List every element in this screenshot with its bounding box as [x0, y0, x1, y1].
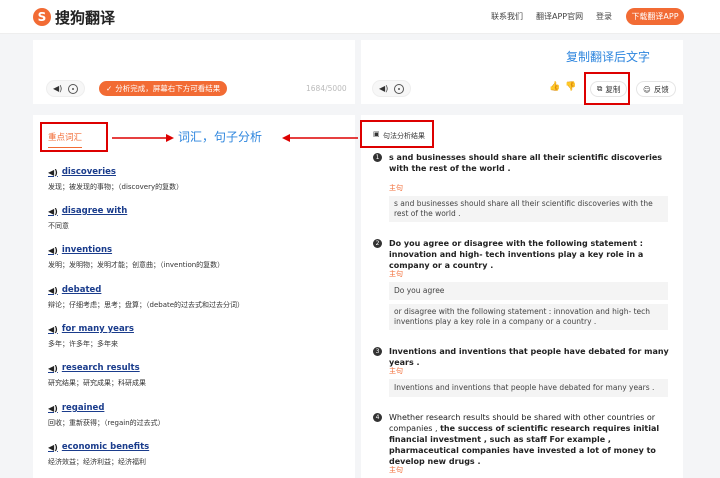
vocab-item: ◀) disagree with 不同意	[48, 206, 127, 231]
sentence-number: 4	[373, 413, 382, 422]
char-count: 1684/5000	[306, 84, 347, 93]
analysis-doc-icon: ▣	[373, 130, 380, 138]
speaker-icon[interactable]: ◀)	[48, 286, 58, 295]
speaker-icon[interactable]: ◀)	[48, 404, 58, 413]
vocab-item: ◀) research results 研究结果；研究成果；科研成果	[48, 363, 146, 388]
analysis-annotation: 词汇，句子分析	[178, 130, 263, 144]
clause-box: Do you agree	[389, 282, 668, 300]
speaker-icon[interactable]: ◀)	[48, 443, 58, 452]
vocab-word[interactable]: for many years	[62, 324, 134, 334]
vocab-definition: 辩论；仔细考虑；思考；盘算；（debate的过去式和过去分词）	[48, 301, 245, 309]
vocab-definition: 经济效益；经济利益；经济福利	[48, 458, 146, 466]
clause-box: s and businesses should share all their …	[389, 196, 668, 222]
sogou-logo-icon: S	[33, 8, 51, 26]
sentence-title[interactable]: 句法分析结果	[383, 131, 425, 141]
sentence-text: Inventions and inventions that people ha…	[389, 347, 669, 367]
vocab-definition: 研究结果；研究成果；科研成果	[48, 379, 146, 387]
sentence-number: 3	[373, 347, 382, 356]
vocab-title-underline	[48, 147, 82, 148]
vocab-definition: 不同意	[48, 222, 69, 230]
vocab-definition: 发现；被发现的事物；（discovery的复数）	[48, 183, 184, 191]
sentence-text: Do you agree or disagree with the follow…	[389, 239, 644, 270]
logo-text: 搜狗翻译	[55, 8, 116, 27]
vocab-word[interactable]: inventions	[62, 245, 112, 255]
vocab-definition: 发明；发明物；发明才能；创意曲；（invention的复数）	[48, 261, 225, 269]
vocab-word[interactable]: discoveries	[62, 167, 116, 177]
speaker-icon[interactable]: ◀)	[53, 84, 62, 93]
check-icon: ✓	[106, 84, 113, 93]
clause-box: or disagree with the following statement…	[389, 304, 668, 330]
vocab-item: ◀) economic benefits 经济效益；经济利益；经济福利	[48, 442, 149, 467]
vocab-word[interactable]: debated	[62, 285, 102, 295]
source-controls: ◀)	[46, 80, 86, 97]
top-header: S 搜狗翻译 联系我们 翻译APP官网 登录 下载翻译APP	[0, 0, 720, 34]
analysis-status-badge: ✓ 分析完成，屏幕右下方可看结果	[99, 81, 228, 96]
copy-annotation: 复制翻译后文字	[566, 50, 651, 64]
feedback-icon: ☺	[643, 84, 651, 94]
vocab-word[interactable]: disagree with	[62, 206, 127, 216]
speaker-icon[interactable]: ◀)	[379, 84, 388, 93]
speaker-icon[interactable]: ◀)	[48, 325, 58, 334]
vocab-definition: 多年；许多年；多年来	[48, 340, 118, 348]
nav-contact-us[interactable]: 联系我们	[491, 11, 523, 22]
sentence-text: s and businesses should share all their …	[389, 153, 663, 173]
target-controls: ◀)	[372, 80, 412, 97]
clause-box: Inventions and inventions that people ha…	[389, 379, 668, 397]
nav-app-site[interactable]: 翻译APP官网	[536, 11, 583, 22]
speaker-icon[interactable]: ◀)	[48, 207, 58, 216]
vocab-item: ◀) for many years 多年；许多年；多年来	[48, 324, 134, 349]
nav-login[interactable]: 登录	[596, 11, 612, 22]
record-icon[interactable]	[68, 83, 79, 94]
vocab-item: ◀) debated 辩论；仔细考虑；思考；盘算；（debate的过去式和过去分词…	[48, 285, 244, 310]
speaker-icon[interactable]: ◀)	[48, 364, 58, 373]
clause-tag: 主句	[389, 466, 403, 474]
feedback-button[interactable]: ☺ 反馈	[636, 81, 676, 97]
thumbs-up-icon[interactable]: 👍	[549, 82, 560, 92]
speaker-icon[interactable]: ◀)	[48, 246, 58, 255]
copy-highlight-box	[584, 72, 630, 105]
sentence-text: Whether research results should be share…	[389, 412, 671, 467]
vocab-definition: 回收；重新获得；（regain的过去式）	[48, 419, 165, 427]
record-icon[interactable]	[394, 83, 405, 94]
thumbs-down-icon[interactable]: 👎	[565, 82, 576, 92]
sentence-number: 2	[373, 239, 382, 248]
vocab-word[interactable]: economic benefits	[62, 442, 149, 452]
vocab-word[interactable]: research results	[62, 363, 140, 373]
vocab-item: ◀) inventions 发明；发明物；发明才能；创意曲；（invention的…	[48, 245, 224, 270]
clause-tag: 主句	[389, 270, 403, 278]
speaker-icon[interactable]: ◀)	[48, 168, 58, 177]
sogou-logo[interactable]: S 搜狗翻译	[33, 7, 115, 27]
vocab-title[interactable]: 重点词汇	[48, 131, 82, 143]
feedback-label: 反馈	[653, 84, 669, 94]
vocab-item: ◀) regained 回收；重新获得；（regain的过去式）	[48, 403, 165, 428]
vocab-item: ◀) discoveries 发现；被发现的事物；（discovery的复数）	[48, 167, 183, 192]
clause-tag: 主句	[389, 184, 403, 192]
clause-tag: 主句	[389, 367, 403, 375]
sentence-number: 1	[373, 153, 382, 162]
vocab-word[interactable]: regained	[62, 403, 105, 413]
status-text: 分析完成，屏幕右下方可看结果	[115, 84, 221, 93]
download-app-button[interactable]: 下载翻译APP	[626, 8, 684, 25]
